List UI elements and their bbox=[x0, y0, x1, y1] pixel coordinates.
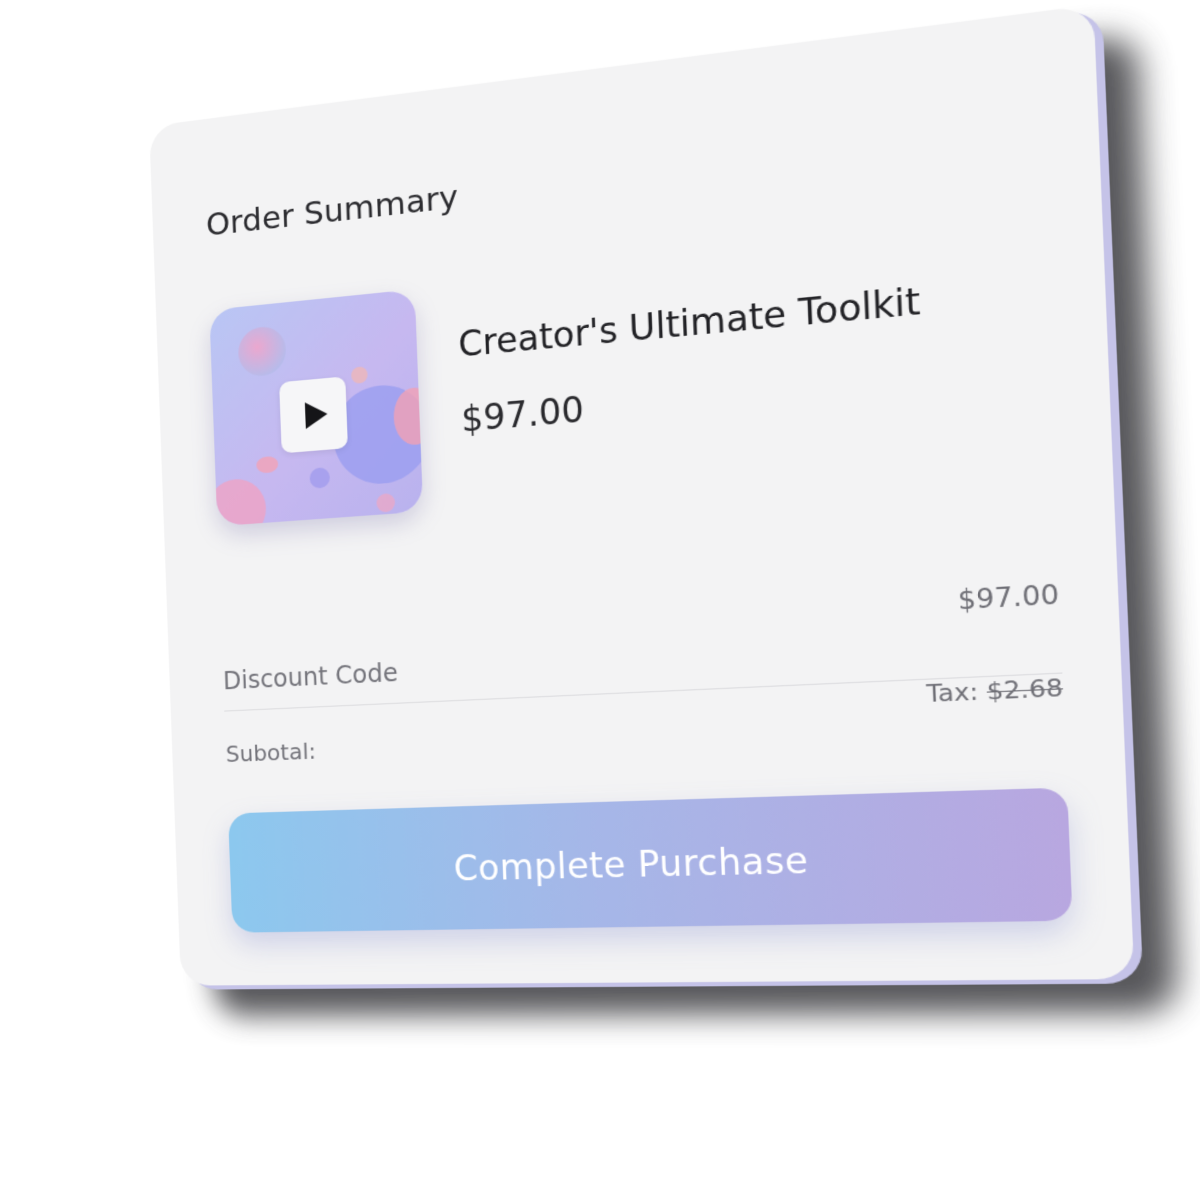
complete-purchase-label: Complete Purchase bbox=[452, 838, 809, 889]
subtotal-label: Subotal: bbox=[225, 739, 317, 769]
summary-amount: $97.00 bbox=[957, 579, 1060, 616]
decorative-blob bbox=[376, 492, 396, 513]
stage: Order Summary Creator's Ultimate Toolkit… bbox=[0, 0, 1200, 1200]
discount-code-link[interactable]: Discount Code bbox=[223, 658, 399, 695]
tax-label: Tax: bbox=[925, 678, 988, 709]
decorative-blob bbox=[309, 466, 331, 489]
product-thumbnail bbox=[209, 289, 424, 527]
decorative-blob bbox=[209, 477, 268, 527]
order-summary-card: Order Summary Creator's Ultimate Toolkit… bbox=[149, 4, 1135, 986]
tax-row: Tax: $2.68 bbox=[926, 675, 1064, 709]
decorative-blob bbox=[237, 324, 287, 378]
decorative-blob bbox=[350, 366, 368, 384]
product-name: Creator's Ultimate Toolkit bbox=[457, 279, 922, 365]
product-price: $97.00 bbox=[460, 388, 585, 440]
order-summary-title: Order Summary bbox=[205, 178, 460, 244]
tax-amount: $2.68 bbox=[986, 674, 1064, 707]
order-summary-card-wrapper: Order Summary Creator's Ultimate Toolkit… bbox=[149, 4, 1179, 1016]
play-icon bbox=[304, 400, 328, 430]
decorative-blob bbox=[256, 455, 279, 474]
complete-purchase-button[interactable]: Complete Purchase bbox=[228, 787, 1073, 933]
play-button[interactable] bbox=[279, 376, 348, 454]
